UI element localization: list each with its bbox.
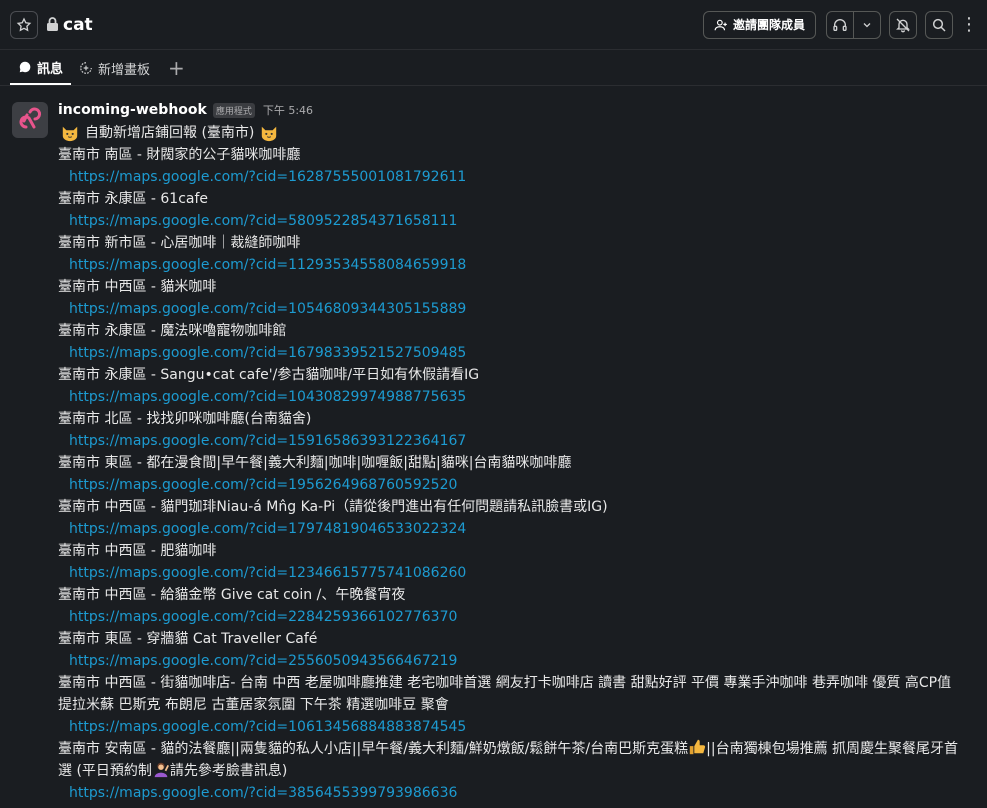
message-icon: [19, 61, 31, 73]
headphones-icon: [833, 18, 847, 31]
shop-name: 臺南市 中西區 - 街貓咖啡店- 台南 中西 老屋咖啡廳推建 老宅咖啡首選 網友…: [58, 675, 952, 713]
add-user-icon: [714, 19, 727, 30]
tab-canvas[interactable]: 新增畫板: [71, 51, 158, 85]
cat-face-icon: [62, 126, 78, 142]
shop-name: 臺南市 中西區 - 肥貓咖啡: [58, 543, 217, 559]
shop-link[interactable]: https://maps.google.com/?cid=16287555001…: [58, 166, 975, 188]
shop-name: 臺南市 東區 - 都在漫食間|早午餐|義大利麵|咖啡|咖喱飯|甜點|貓咪|台南貓…: [58, 455, 572, 471]
shop-link[interactable]: https://maps.google.com/?cid=17974819046…: [58, 518, 975, 540]
add-tab-button[interactable]: +: [158, 51, 195, 85]
cat-face-icon: [262, 126, 277, 142]
tab-messages-label: 訊息: [37, 61, 64, 77]
notifications-button[interactable]: [889, 10, 917, 39]
invite-label: 邀請團隊成員: [732, 18, 805, 32]
shop-name: 臺南市 南區 - 財閥家的公子貓咪咖啡廳: [58, 147, 301, 163]
message: incoming-webhook 應用程式 下午 5:46 自動新增店鋪回報 (…: [0, 86, 987, 804]
webhook-icon: [19, 107, 42, 129]
shop-link[interactable]: https://maps.google.com/?cid=19562649687…: [58, 474, 975, 496]
shop-name: 臺南市 北區 - 找找卯咪咖啡廳(台南貓舍): [58, 411, 312, 427]
channel-header: cat 邀請團隊成員 ⋮: [0, 0, 987, 50]
shop-name-part: 臺南市 安南區 - 貓的法餐廳||兩隻貓的私人小店||早午餐/義大利麵/鮮奶燉飯…: [58, 741, 689, 757]
shop-link[interactable]: https://maps.google.com/?cid=58095228543…: [58, 210, 975, 232]
shop-link[interactable]: https://maps.google.com/?cid=10546809344…: [58, 298, 975, 320]
timestamp[interactable]: 下午 5:46: [263, 102, 313, 118]
shop-name: 臺南市 中西區 - 貓米咖啡: [58, 279, 217, 295]
shop-link[interactable]: https://maps.google.com/?cid=38564553997…: [58, 782, 975, 804]
message-content: incoming-webhook 應用程式 下午 5:46 自動新增店鋪回報 (…: [58, 102, 975, 804]
message-list: incoming-webhook 應用程式 下午 5:46 自動新增店鋪回報 (…: [0, 86, 987, 808]
shop-link[interactable]: https://maps.google.com/?cid=10430829974…: [58, 386, 975, 408]
entry-list: 臺南市 南區 - 財閥家的公子貓咪咖啡廳 https://maps.google…: [58, 144, 975, 804]
shop-name-part: 請先參考臉書訊息): [169, 763, 288, 779]
star-icon: [16, 16, 32, 31]
shop-name: 臺南市 中西區 - 給貓金幣 Give cat coin /、午晚餐宵夜: [58, 587, 406, 603]
bell-off-icon: [896, 18, 910, 32]
huddle-options-button[interactable]: [854, 12, 880, 38]
huddle-control: [826, 10, 881, 39]
title-text: 自動新增店鋪回報 (臺南市): [85, 125, 255, 141]
shop-name: 臺南市 永康區 - 魔法咪嚕寵物咖啡館: [58, 323, 287, 339]
channel-tabs: 訊息 新增畫板 +: [0, 50, 987, 86]
channel-title[interactable]: cat: [46, 15, 93, 35]
canvas-icon: [80, 62, 92, 74]
shop-link[interactable]: https://maps.google.com/?cid=10613456884…: [58, 716, 975, 738]
shop-link[interactable]: https://maps.google.com/?cid=25560509435…: [58, 650, 975, 672]
shop-link[interactable]: https://maps.google.com/?cid=22842593661…: [58, 606, 975, 628]
star-button[interactable]: [10, 10, 38, 39]
lock-icon: [47, 17, 58, 31]
message-title: 自動新增店鋪回報 (臺南市): [58, 122, 975, 144]
shop-name: 臺南市 永康區 - 61cafe: [58, 191, 209, 207]
search-icon: [932, 18, 946, 32]
shop-link[interactable]: https://maps.google.com/?cid=15916586393…: [58, 430, 975, 452]
shop-link[interactable]: https://maps.google.com/?cid=12346615775…: [58, 562, 975, 584]
app-badge: 應用程式: [212, 103, 255, 118]
tab-canvas-label: 新增畫板: [98, 62, 151, 78]
shop-link[interactable]: https://maps.google.com/?cid=11293534558…: [58, 254, 975, 276]
search-button[interactable]: [925, 10, 953, 39]
huddle-button[interactable]: [827, 12, 853, 38]
shop-name: 臺南市 永康區 - Sangu•cat cafe'/参古貓咖啡/平日如有休假請看…: [58, 367, 480, 383]
channel-name: cat: [63, 14, 93, 35]
person-raising-hand-icon: [154, 762, 169, 778]
avatar: [12, 102, 48, 138]
shop-name: 臺南市 中西區 - 貓門珈琲Niau-á Mn̂g Ka-Pi（請從後門進出有任…: [58, 499, 608, 515]
tab-messages[interactable]: 訊息: [10, 51, 72, 85]
sender-name[interactable]: incoming-webhook: [58, 102, 207, 118]
invite-members-button[interactable]: 邀請團隊成員: [702, 10, 816, 39]
shop-name: 臺南市 東區 - 穿牆貓 Cat Traveller Café: [58, 631, 318, 647]
chevron-down-icon: [863, 22, 871, 27]
shop-link[interactable]: https://maps.google.com/?cid=16798339521…: [58, 342, 975, 364]
more-vertical-icon[interactable]: ⋮: [960, 14, 978, 35]
thumbs-up-icon: [689, 739, 706, 755]
shop-name: 臺南市 新市區 - 心居咖啡｜裁縫師咖啡: [58, 235, 301, 251]
shop-name: 臺南市 安南區 - 貓的法餐廳||兩隻貓的私人小店||早午餐/義大利麵/鮮奶燉飯…: [58, 738, 975, 782]
